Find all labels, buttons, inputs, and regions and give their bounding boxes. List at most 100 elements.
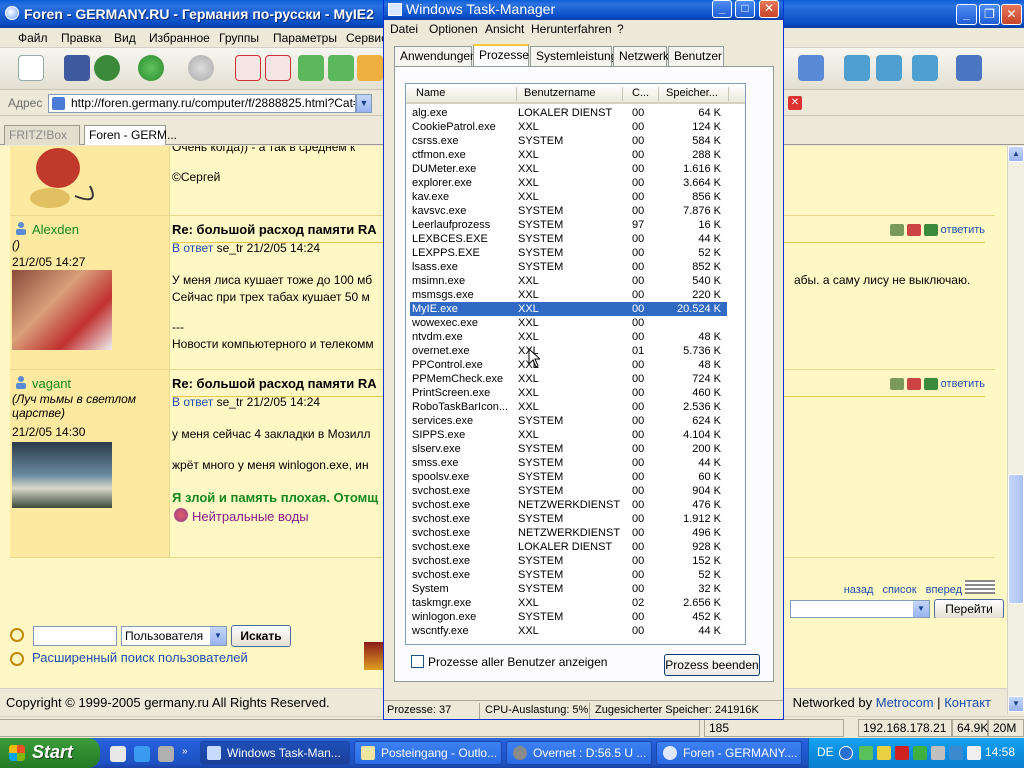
process-row[interactable]: spoolsv.exe SYSTEM 00 60 K	[410, 470, 727, 484]
process-row[interactable]: MyIE.exe XXL 00 20.524 K	[410, 302, 727, 316]
column-memory-header[interactable]: Speicher...	[666, 87, 718, 99]
process-row[interactable]: System SYSTEM 00 32 K	[410, 582, 727, 596]
process-row[interactable]: svchost.exe SYSTEM 00 152 K	[410, 554, 727, 568]
language-indicator[interactable]: DE	[817, 745, 834, 759]
post-author-name[interactable]: Alexden	[32, 222, 79, 237]
process-row[interactable]: CookiePatrol.exe XXL 00 124 K	[410, 120, 727, 134]
address-input[interactable]: http://foren.germany.ru/computer/f/28888…	[48, 94, 356, 113]
reply-button[interactable]: ответить	[941, 378, 985, 390]
tm-menu-shutdown[interactable]: Herunterfahren	[531, 22, 612, 36]
tab-performance[interactable]: Systemleistung	[530, 46, 617, 66]
forum-jump-select[interactable]: ▼	[790, 600, 930, 618]
process-row[interactable]: ctfmon.exe XXL 00 288 K	[410, 148, 727, 162]
process-row[interactable]: taskmgr.exe XXL 02 2.656 K	[410, 596, 727, 610]
tab-applications[interactable]: Anwendungen	[394, 46, 477, 66]
tab-processes[interactable]: Prozesse	[473, 44, 529, 67]
tab-users[interactable]: Benutzer	[668, 46, 724, 66]
process-row[interactable]: winlogon.exe SYSTEM 00 452 K	[410, 610, 727, 624]
reply-link[interactable]: В ответ	[172, 395, 213, 409]
layout-icon[interactable]	[956, 55, 982, 81]
menu-tools[interactable]: Сервис	[346, 31, 387, 45]
window-icon[interactable]	[844, 55, 870, 81]
scroll-down-icon[interactable]: ▼	[1008, 696, 1024, 712]
menu-settings[interactable]: Параметры	[273, 31, 337, 45]
save-icon[interactable]	[64, 55, 90, 81]
profile-icon[interactable]	[889, 378, 904, 391]
taskbar-taskmgr-button[interactable]: Windows Task-Man...	[200, 741, 350, 765]
tm-close-button[interactable]: ✕	[759, 0, 779, 18]
menu-file[interactable]: Файл	[18, 31, 48, 45]
print-icon[interactable]	[906, 378, 921, 391]
forward-icon[interactable]	[188, 55, 214, 81]
tray-messenger-icon[interactable]	[913, 746, 927, 760]
minimize-button[interactable]: _	[956, 4, 977, 25]
process-row[interactable]: DUMeter.exe XXL 00 1.616 K	[410, 162, 727, 176]
tray-network-icon[interactable]	[859, 746, 873, 760]
taskbar-overnet-button[interactable]: Overnet : D:56.5 U ...	[506, 741, 652, 765]
contact-link[interactable]: Контакт	[944, 695, 991, 710]
tray-monitor-icon[interactable]	[949, 746, 963, 760]
quicklaunch-more-icon[interactable]: »	[182, 746, 192, 762]
taskbar-outlook-button[interactable]: Posteingang - Outlo...	[354, 741, 502, 765]
maximize-button[interactable]: ❐	[979, 4, 1000, 25]
new-page-icon[interactable]	[18, 55, 44, 81]
process-row[interactable]: RoboTaskBarIcon... XXL 00 2.536 K	[410, 400, 727, 414]
post-author-name[interactable]: vagant	[32, 376, 71, 391]
process-row[interactable]: overnet.exe XXL 01 5.736 K	[410, 344, 727, 358]
process-row[interactable]: PPControl.exe XXL 00 48 K	[410, 358, 727, 372]
start-button[interactable]: Start	[0, 738, 100, 768]
column-name-header[interactable]: Name	[416, 87, 445, 99]
tm-minimize-button[interactable]: _	[712, 0, 732, 18]
undo-icon[interactable]	[798, 55, 824, 81]
process-row[interactable]: svchost.exe SYSTEM 00 1.912 K	[410, 512, 727, 526]
tab-fritzbox[interactable]: FRITZ!Box	[4, 125, 80, 145]
end-process-button[interactable]: Prozess beenden	[664, 654, 760, 676]
reply-link[interactable]: В ответ	[172, 241, 213, 255]
process-row[interactable]: svchost.exe SYSTEM 00 52 K	[410, 568, 727, 582]
tray-misc-icon[interactable]	[967, 746, 981, 760]
menu-edit[interactable]: Правка	[61, 31, 102, 45]
process-row[interactable]: svchost.exe NETZWERKDIENST 00 476 K	[410, 498, 727, 512]
tm-menu-view[interactable]: Ansicht	[485, 22, 524, 36]
process-row[interactable]: wowexec.exe XXL 00	[410, 316, 727, 330]
reply-icon[interactable]	[923, 224, 938, 237]
tab-foren[interactable]: Foren - GERM...	[84, 125, 177, 145]
task-manager-title-bar[interactable]: Windows Task-Manager _ □ ✕	[384, 0, 783, 20]
quicklaunch-app-icon[interactable]	[158, 746, 174, 762]
reply-icon[interactable]	[923, 378, 938, 391]
search-type-select[interactable]: Пользователя ▼	[121, 626, 227, 646]
process-row[interactable]: LEXPPS.EXE SYSTEM 00 52 K	[410, 246, 727, 260]
scroll-up-icon[interactable]: ▲	[1008, 146, 1024, 162]
print-icon[interactable]	[906, 224, 921, 237]
process-row[interactable]: csrss.exe SYSTEM 00 584 K	[410, 134, 727, 148]
search-input[interactable]	[33, 626, 117, 646]
goto-button[interactable]: Перейти	[934, 599, 1004, 619]
process-row[interactable]: alg.exe LOKALER DIENST 00 64 K	[410, 106, 727, 120]
thread-view-icon[interactable]	[965, 580, 995, 594]
process-row[interactable]: Leerlaufprozess SYSTEM 97 16 K	[410, 218, 727, 232]
back-icon[interactable]	[138, 55, 164, 81]
reply-button[interactable]: ответить	[941, 224, 985, 236]
process-row[interactable]: msimn.exe XXL 00 540 K	[410, 274, 727, 288]
scroll-thumb[interactable]	[1008, 474, 1024, 604]
process-row[interactable]: ntvdm.exe XXL 00 48 K	[410, 330, 727, 344]
nav-list-link[interactable]: список	[882, 584, 916, 596]
menu-view[interactable]: Вид	[114, 31, 136, 45]
taskbar-browser-button[interactable]: Foren - GERMANY....	[656, 741, 802, 765]
tab-network[interactable]: Netzwerk	[613, 46, 669, 66]
refresh-all-icon[interactable]	[328, 55, 354, 81]
cascade-icon[interactable]	[912, 55, 938, 81]
quicklaunch-ie-icon[interactable]	[134, 746, 150, 762]
page-scrollbar[interactable]: ▲ ▼	[1007, 146, 1024, 714]
process-row[interactable]: kavsvc.exe SYSTEM 00 7.876 K	[410, 204, 727, 218]
process-row[interactable]: lsass.exe SYSTEM 00 852 K	[410, 260, 727, 274]
nav-back-link[interactable]: назад	[844, 584, 874, 596]
close-tab-icon[interactable]	[265, 55, 291, 81]
process-row[interactable]: smss.exe SYSTEM 00 44 K	[410, 456, 727, 470]
column-user-header[interactable]: Benutzername	[524, 87, 596, 99]
process-row[interactable]: LEXBCES.EXE SYSTEM 00 44 K	[410, 232, 727, 246]
tm-menu-options[interactable]: Optionen	[429, 22, 478, 36]
taskbar-clock[interactable]: 14:58	[985, 745, 1015, 759]
process-row[interactable]: kav.exe XXL 00 856 K	[410, 190, 727, 204]
quicklaunch-desktop-icon[interactable]	[110, 746, 126, 762]
